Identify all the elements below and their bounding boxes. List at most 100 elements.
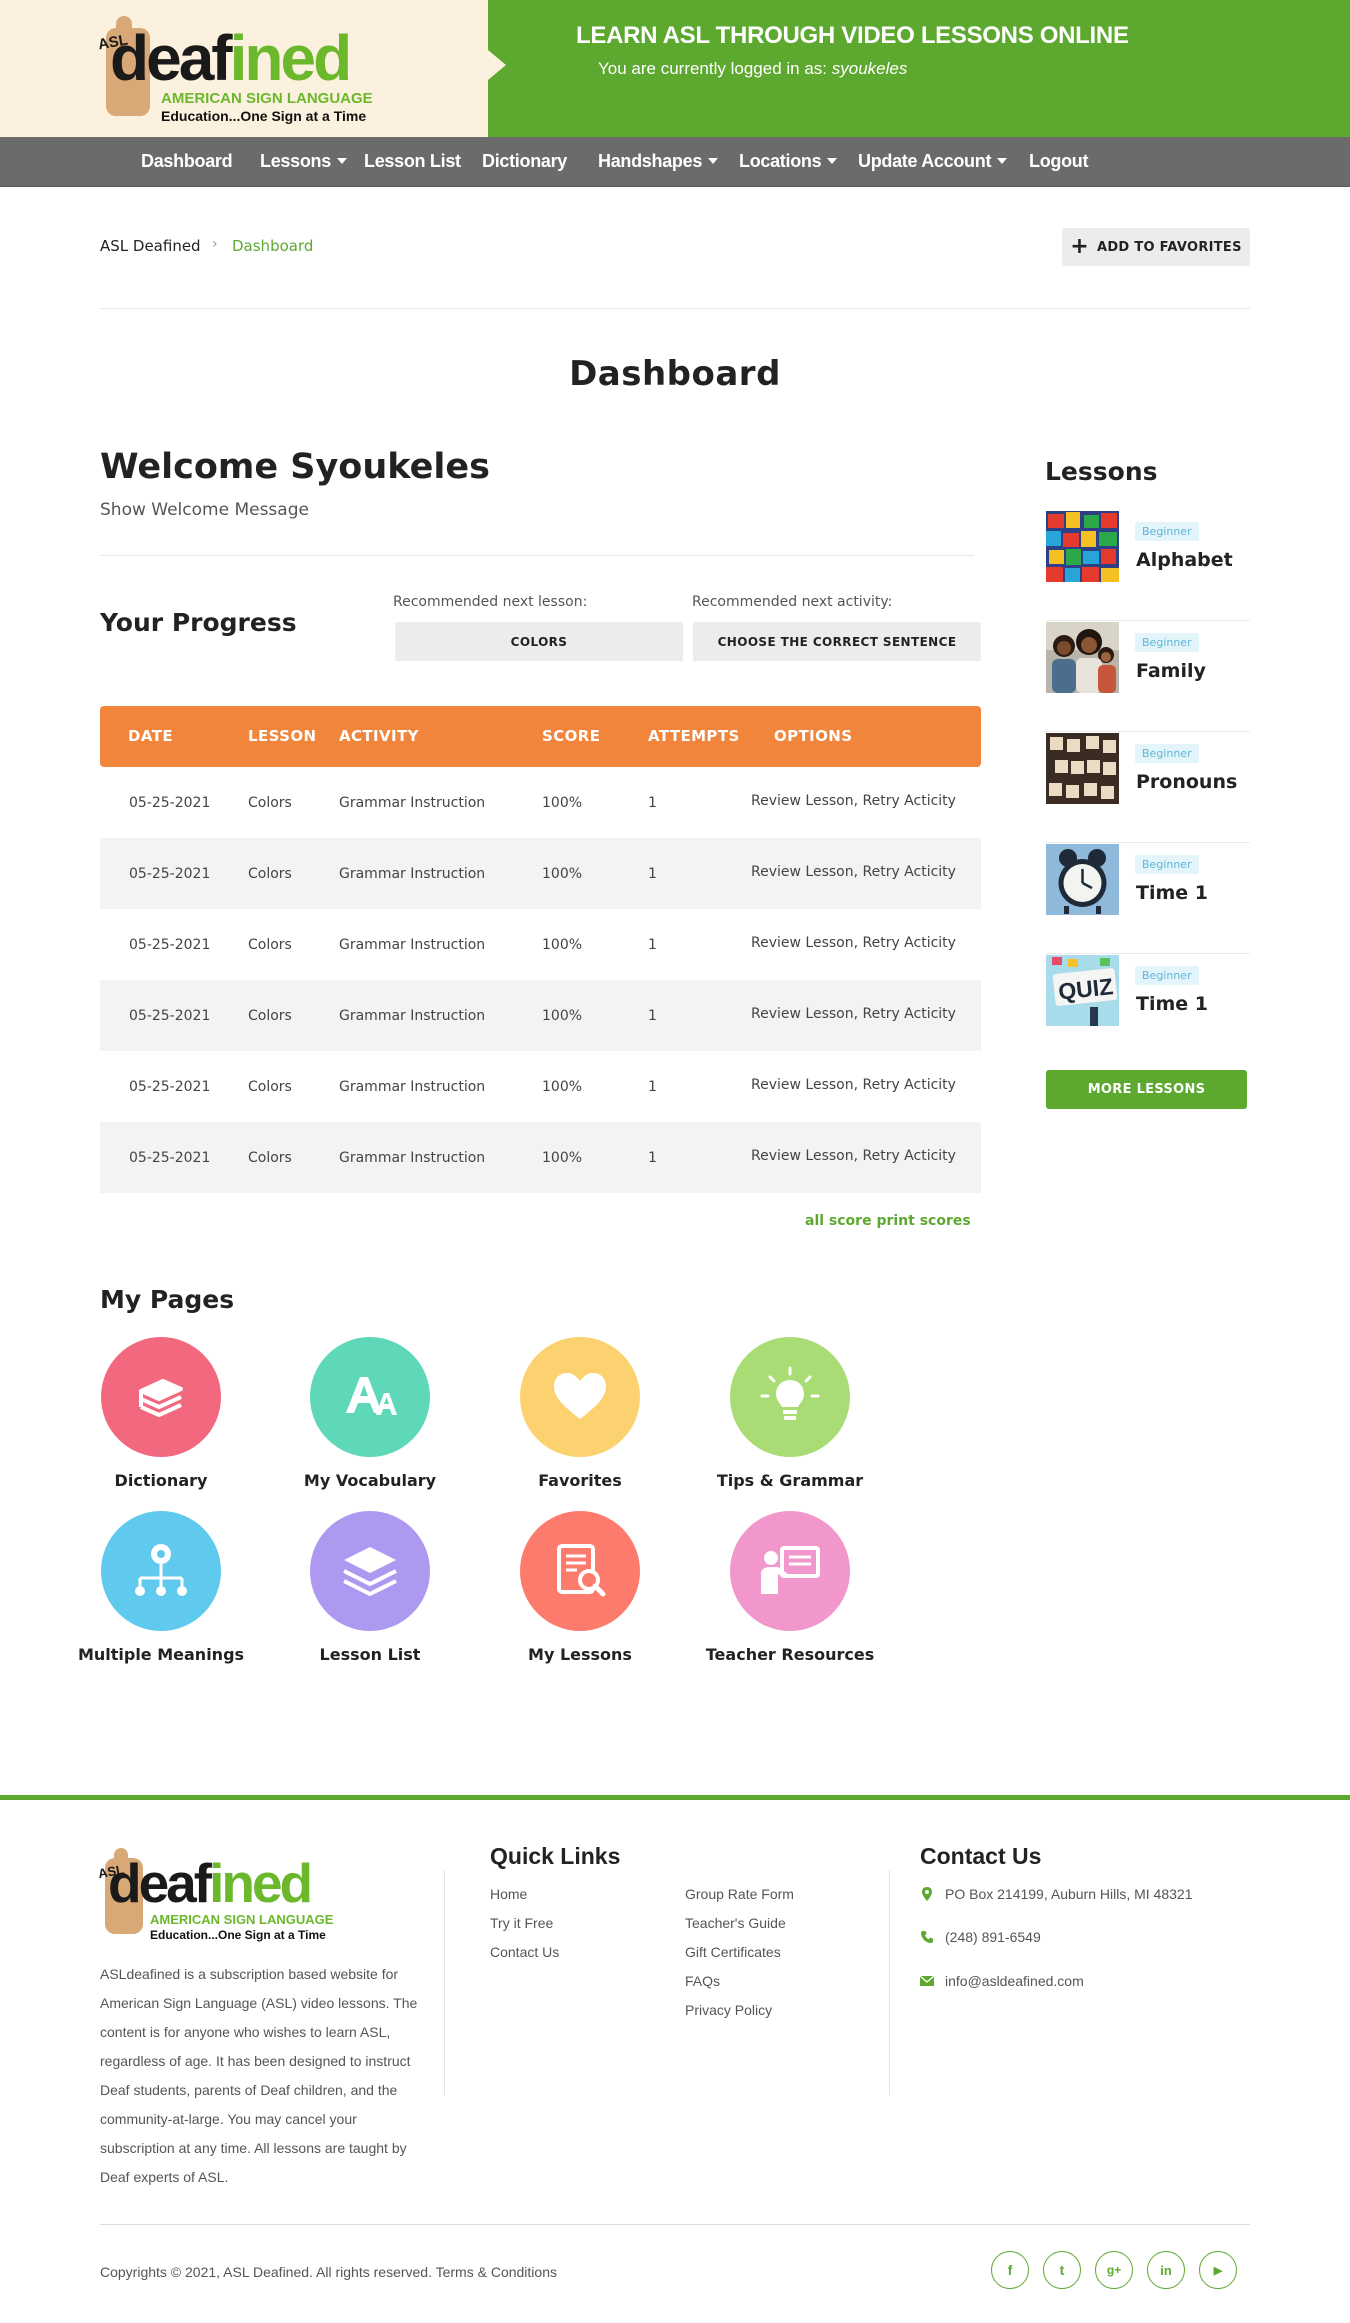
sidebar-lesson-card[interactable]: Beginner Pronouns: [1045, 733, 1250, 843]
contact-email[interactable]: info@asldeafined.com: [945, 1973, 1084, 1989]
google-plus-icon[interactable]: g+: [1095, 2251, 1133, 2289]
cell-attempts: 1: [648, 937, 657, 953]
alphabet-thumbnail: [1046, 511, 1119, 582]
phone-icon: [921, 1931, 933, 1943]
cell-attempts: 1: [648, 866, 657, 882]
table-row: 05-25-2021 Colors Grammar Instruction 10…: [100, 980, 981, 1051]
logo-panel: ASL deafined AMERICAN SIGN LANGUAGE Educ…: [0, 0, 488, 137]
cell-activity: Grammar Instruction: [339, 795, 486, 811]
facebook-icon[interactable]: f: [991, 2251, 1029, 2289]
quiz-board-image: QUIZ: [1046, 955, 1119, 1026]
cell-date: 05-25-2021: [129, 866, 211, 882]
footer-link[interactable]: Privacy Policy: [685, 2002, 772, 2018]
cell-score: 100%: [542, 866, 583, 882]
sidebar-lesson-card[interactable]: QUIZ Beginner Time 1: [1045, 955, 1250, 1065]
footer-link[interactable]: FAQs: [685, 1973, 720, 1989]
cell-activity: Grammar Instruction: [339, 1150, 486, 1166]
recommended-activity-button[interactable]: CHOOSE THE CORRECT SENTENCE: [693, 622, 981, 661]
nav-lessons[interactable]: Lessons: [260, 151, 347, 172]
contact-address: PO Box 214199, Auburn Hills, MI 48321: [945, 1886, 1193, 1902]
my-page-tile-dictionary[interactable]: Dictionary: [61, 1337, 261, 1490]
site-logo[interactable]: ASL deafined AMERICAN SIGN LANGUAGE Educ…: [97, 16, 398, 128]
cell-options-links[interactable]: Review Lesson, Retry Acticity: [751, 935, 956, 951]
footer-link[interactable]: Try it Free: [490, 1915, 553, 1931]
tile-label: Dictionary: [114, 1471, 208, 1490]
teacher-board-icon: [730, 1511, 850, 1631]
divider: [100, 308, 1250, 309]
nav-lesson-list[interactable]: Lesson List: [364, 151, 461, 172]
cell-score: 100%: [542, 1008, 583, 1024]
document-search-icon: [520, 1511, 640, 1631]
cell-lesson: Colors: [248, 1008, 292, 1024]
nav-locations[interactable]: Locations: [739, 151, 838, 172]
linkedin-icon[interactable]: in: [1147, 2251, 1185, 2289]
my-page-tile-multiple-meanings[interactable]: Multiple Meanings: [61, 1511, 261, 1664]
cell-date: 05-25-2021: [129, 795, 211, 811]
footer-logo[interactable]: ASL deafined AMERICAN SIGN LANGUAGE Educ…: [97, 1848, 358, 1948]
plus-icon: +: [1070, 234, 1089, 259]
quick-links-title: Quick Links: [490, 1843, 621, 1869]
cell-options-links[interactable]: Review Lesson, Retry Acticity: [751, 864, 956, 880]
my-page-tile-my-vocabulary[interactable]: My Vocabulary: [270, 1337, 470, 1490]
twitter-icon[interactable]: t: [1043, 2251, 1081, 2289]
logo-wordmark: deafined: [110, 26, 352, 90]
footer-link[interactable]: Contact Us: [490, 1944, 559, 1960]
more-lessons-button[interactable]: MORE LESSONS: [1046, 1070, 1247, 1109]
time-thumbnail: [1046, 844, 1119, 915]
footer-link[interactable]: Home: [490, 1886, 527, 1902]
print-scores-link[interactable]: all score print scores: [805, 1213, 971, 1229]
logo-word-green: ined: [229, 22, 353, 94]
breadcrumb-current: Dashboard: [232, 237, 314, 255]
cell-options-links[interactable]: Review Lesson, Retry Acticity: [751, 1006, 956, 1022]
my-page-tile-teacher-resources[interactable]: Teacher Resources: [690, 1511, 890, 1664]
level-badge: Beginner: [1135, 855, 1199, 874]
show-welcome-toggle[interactable]: Show Welcome Message: [100, 500, 309, 520]
cell-attempts: 1: [648, 1008, 657, 1024]
logo-slogan: Education...One Sign at a Time: [161, 108, 367, 124]
recommended-lesson-label: Recommended next lesson:: [393, 594, 588, 610]
footer-link[interactable]: Group Rate Form: [685, 1886, 794, 1902]
footer-link[interactable]: Teacher's Guide: [685, 1915, 786, 1931]
sidebar-lesson-card[interactable]: Beginner Family: [1045, 622, 1250, 732]
lesson-name: Alphabet: [1136, 549, 1233, 571]
cell-attempts: 1: [648, 1079, 657, 1095]
cell-lesson: Colors: [248, 1079, 292, 1095]
my-page-tile-lesson-list[interactable]: Lesson List: [270, 1511, 470, 1664]
books-glyph: [139, 1379, 183, 1417]
books-icon: [101, 1337, 221, 1457]
progress-heading: Your Progress: [100, 608, 297, 637]
nav-dictionary[interactable]: Dictionary: [482, 151, 567, 172]
logo-word-green: ined: [209, 1852, 313, 1914]
footer-link[interactable]: Gift Certificates: [685, 1944, 781, 1960]
add-to-favorites-button[interactable]: + ADD TO FAVORITES: [1062, 228, 1250, 266]
column-header-lesson: LESSON: [248, 727, 317, 745]
sidebar-lesson-card[interactable]: Beginner Time 1: [1045, 844, 1250, 954]
nav-update-account[interactable]: Update Account: [858, 151, 1008, 172]
nav-handshapes[interactable]: Handshapes: [598, 151, 719, 172]
login-prefix: You are currently logged in as:: [598, 59, 832, 78]
cell-attempts: 1: [648, 1150, 657, 1166]
logo-word-dark: deaf: [108, 1852, 212, 1914]
breadcrumb-home[interactable]: ASL Deafined: [100, 237, 201, 255]
family-thumbnail: [1046, 622, 1119, 693]
my-page-tile-favorites[interactable]: Favorites: [480, 1337, 680, 1490]
pronouns-thumbnail: [1046, 733, 1119, 804]
login-status: You are currently logged in as: syoukele…: [598, 59, 907, 79]
nav-logout[interactable]: Logout: [1029, 151, 1088, 172]
sidebar-lesson-card[interactable]: Beginner Alphabet: [1045, 511, 1250, 621]
youtube-icon[interactable]: ▶: [1199, 2251, 1237, 2289]
cell-lesson: Colors: [248, 866, 292, 882]
my-page-tile-tips-grammar[interactable]: Tips & Grammar: [690, 1337, 890, 1490]
cell-date: 05-25-2021: [129, 1150, 211, 1166]
recommended-lesson-button[interactable]: COLORS: [395, 622, 683, 661]
cell-options-links[interactable]: Review Lesson, Retry Acticity: [751, 1148, 956, 1164]
contact-phone[interactable]: (248) 891-6549: [945, 1929, 1041, 1945]
cell-activity: Grammar Instruction: [339, 937, 486, 953]
nav-dashboard[interactable]: Dashboard: [141, 151, 233, 172]
nav-label: Lessons: [260, 151, 331, 171]
cell-score: 100%: [542, 1079, 583, 1095]
cell-options-links[interactable]: Review Lesson, Retry Acticity: [751, 1077, 956, 1093]
footer-divider: [444, 1870, 445, 2095]
my-page-tile-my-lessons[interactable]: My Lessons: [480, 1511, 680, 1664]
cell-options-links[interactable]: Review Lesson, Retry Acticity: [751, 793, 956, 809]
